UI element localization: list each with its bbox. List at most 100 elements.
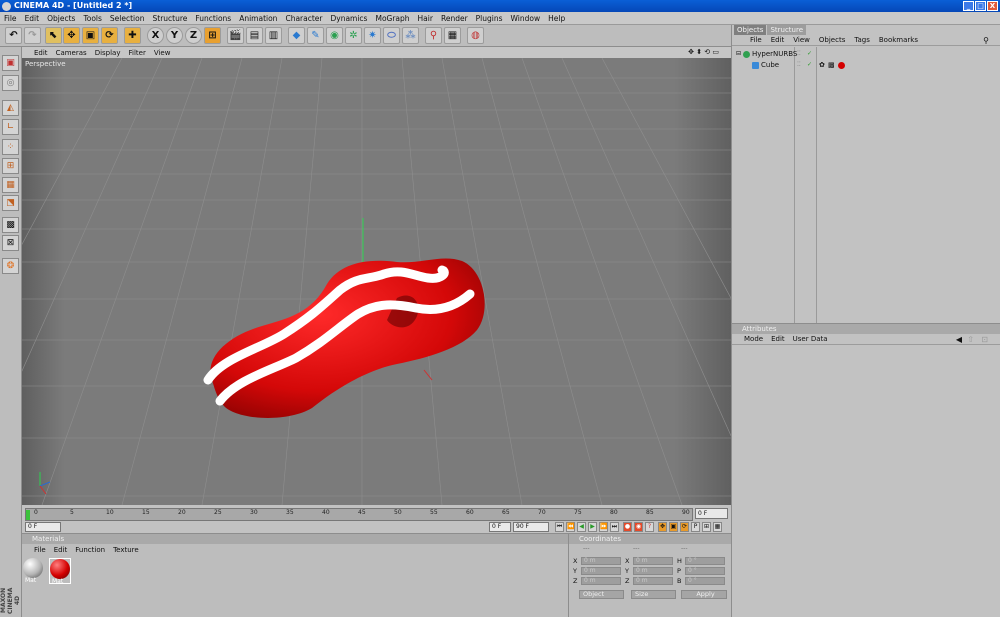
sculpt-icon[interactable]: ❂ [2, 258, 19, 274]
menu-edit[interactable]: Edit [25, 14, 40, 23]
position-x-field[interactable]: 0 m [581, 557, 621, 565]
menu-selection[interactable]: Selection [110, 14, 145, 23]
size-mode-dropdown[interactable]: Size [631, 590, 676, 599]
menu-animation[interactable]: Animation [239, 14, 277, 23]
objects-menu-bookmarks[interactable]: Bookmarks [879, 36, 918, 44]
y-axis-lock-button[interactable]: Y [166, 27, 183, 44]
go-to-start-icon[interactable]: ⏮ [555, 522, 564, 532]
scale-key-icon[interactable]: ▣ [669, 522, 678, 532]
menu-hair[interactable]: Hair [418, 14, 433, 23]
snap-icon[interactable]: ⊠ [2, 235, 19, 251]
rotate-icon[interactable]: ⟳ [101, 27, 118, 44]
render-view-icon[interactable]: 🎬 [227, 27, 244, 44]
array-icon[interactable]: ✲ [345, 27, 362, 44]
up-arrow-icon[interactable]: ⇧ [967, 335, 974, 344]
visibility-dots-icon[interactable]: ⁚⁚ [797, 60, 801, 70]
use-model-tool-icon[interactable]: ▣ [2, 55, 19, 71]
camera-icon[interactable]: ⚲ [425, 27, 442, 44]
expand-toggle-icon[interactable]: ⊟ [736, 49, 741, 59]
polygons-mode-icon[interactable]: ▦ [2, 177, 19, 193]
spline-icon[interactable]: ✎ [307, 27, 324, 44]
menu-mograph[interactable]: MoGraph [375, 14, 409, 23]
menu-window[interactable]: Window [511, 14, 541, 23]
perspective-viewport[interactable]: Perspective [22, 58, 731, 505]
menu-help[interactable]: Help [548, 14, 565, 23]
workplane-icon[interactable]: ▩ [2, 217, 19, 233]
rotation-b-field[interactable]: 0 ° [685, 577, 725, 585]
size-z-field[interactable]: 0 m [633, 577, 673, 585]
scene-icon[interactable]: ⬭ [383, 27, 400, 44]
enabled-check-icon[interactable]: ✓ [807, 60, 812, 70]
use-texture-axis-icon[interactable]: ∟ [2, 119, 19, 135]
render-settings-icon[interactable]: ▥ [265, 27, 282, 44]
attributes-menu-user-data[interactable]: User Data [793, 335, 828, 343]
play-forward-icon[interactable]: ▶ [588, 522, 597, 532]
timeline-ruler[interactable]: 0 5 10 15 20 25 30 35 40 45 50 55 60 65 70 75 80 85 90 [25, 508, 693, 521]
list-item-cube[interactable]: Cube ⁚⁚ ✓ ✿ ▩ [732, 60, 1000, 70]
minimize-button[interactable]: _ [963, 1, 974, 11]
materials-menu-function[interactable]: Function [75, 546, 105, 554]
points-mode-icon[interactable]: ⁘ [2, 139, 19, 155]
tab-structure[interactable]: Structure [767, 25, 807, 35]
size-y-field[interactable]: 0 m [633, 567, 673, 575]
deformer-icon[interactable]: ✷ [364, 27, 381, 44]
scale-icon[interactable]: ▣ [82, 27, 99, 44]
attributes-menu-edit[interactable]: Edit [771, 335, 785, 343]
enabled-check-icon[interactable]: ✓ [807, 49, 812, 59]
redo-icon[interactable]: ↷ [24, 27, 41, 44]
viewport-menu-display[interactable]: Display [95, 49, 121, 57]
objects-menu-edit[interactable]: Edit [771, 36, 785, 44]
timeline-options-icon[interactable]: ▦ [713, 522, 722, 532]
uvw-tag-icon[interactable]: ▩ [828, 60, 835, 70]
timeline-end-frame-field[interactable]: 0 F [695, 508, 728, 519]
viewport-navigation-icons[interactable]: ✥ ⬍ ⟲ ▭ [688, 48, 719, 56]
search-icon[interactable]: ⚲ [983, 36, 989, 45]
rotation-h-field[interactable]: 0 ° [685, 557, 725, 565]
materials-menu-texture[interactable]: Texture [113, 546, 139, 554]
menu-render[interactable]: Render [441, 14, 468, 23]
tab-objects[interactable]: Objects [734, 25, 767, 35]
position-z-field[interactable]: 0 m [581, 577, 621, 585]
min-frame-field[interactable]: 0 F [489, 522, 511, 532]
menu-tools[interactable]: Tools [83, 14, 101, 23]
autokey-icon[interactable]: ◉ [634, 522, 643, 532]
coordinate-mode-dropdown[interactable]: Object [579, 590, 624, 599]
viewport-menu-edit[interactable]: Edit [34, 49, 48, 57]
stop-render-icon[interactable]: ◍ [467, 27, 484, 44]
coordinate-system-icon[interactable]: ⊞ [204, 27, 221, 44]
use-texture-tool-icon[interactable]: ◭ [2, 100, 19, 116]
next-key-icon[interactable]: ⏩ [599, 522, 608, 532]
previous-key-icon[interactable]: ⏪ [566, 522, 575, 532]
menu-dynamics[interactable]: Dynamics [330, 14, 367, 23]
parameter-key-icon[interactable]: P [691, 522, 700, 532]
menu-plugins[interactable]: Plugins [476, 14, 503, 23]
menu-objects[interactable]: Objects [47, 14, 75, 23]
menu-file[interactable]: File [4, 14, 17, 23]
move-icon[interactable]: ✥ [63, 27, 80, 44]
back-arrow-icon[interactable]: ◀ [956, 335, 962, 344]
rotation-p-field[interactable]: 0 ° [685, 567, 725, 575]
materials-menu-edit[interactable]: Edit [54, 546, 68, 554]
undo-icon[interactable]: ↶ [5, 27, 22, 44]
menu-structure[interactable]: Structure [153, 14, 188, 23]
particle-icon[interactable]: ⁂ [402, 27, 419, 44]
viewport-menu-cameras[interactable]: Cameras [56, 49, 87, 57]
viewport-menu-view[interactable]: View [154, 49, 171, 57]
record-icon[interactable]: ● [623, 522, 632, 532]
attributes-menu-mode[interactable]: Mode [744, 335, 763, 343]
material-swatch[interactable]: Mat [23, 558, 45, 584]
materials-menu-file[interactable]: File [34, 546, 46, 554]
visibility-dots-icon[interactable]: ⁚⁚ [797, 49, 801, 59]
keyframe-selection-icon[interactable]: ? [645, 522, 654, 532]
maximize-button[interactable]: □ [975, 1, 986, 11]
material-swatch-selected[interactable]: Mat [49, 558, 71, 585]
objects-menu-view[interactable]: View [793, 36, 810, 44]
animation-mode-icon[interactable]: ⬔ [2, 195, 19, 211]
position-key-icon[interactable]: ✥ [658, 522, 667, 532]
use-object-tool-icon[interactable]: ◎ [2, 75, 19, 91]
z-axis-lock-button[interactable]: Z [185, 27, 202, 44]
viewport-scene[interactable]: Perspective [22, 58, 731, 505]
nurbs-icon[interactable]: ◉ [326, 27, 343, 44]
current-frame-marker[interactable] [26, 510, 30, 520]
light-icon[interactable]: ▦ [444, 27, 461, 44]
